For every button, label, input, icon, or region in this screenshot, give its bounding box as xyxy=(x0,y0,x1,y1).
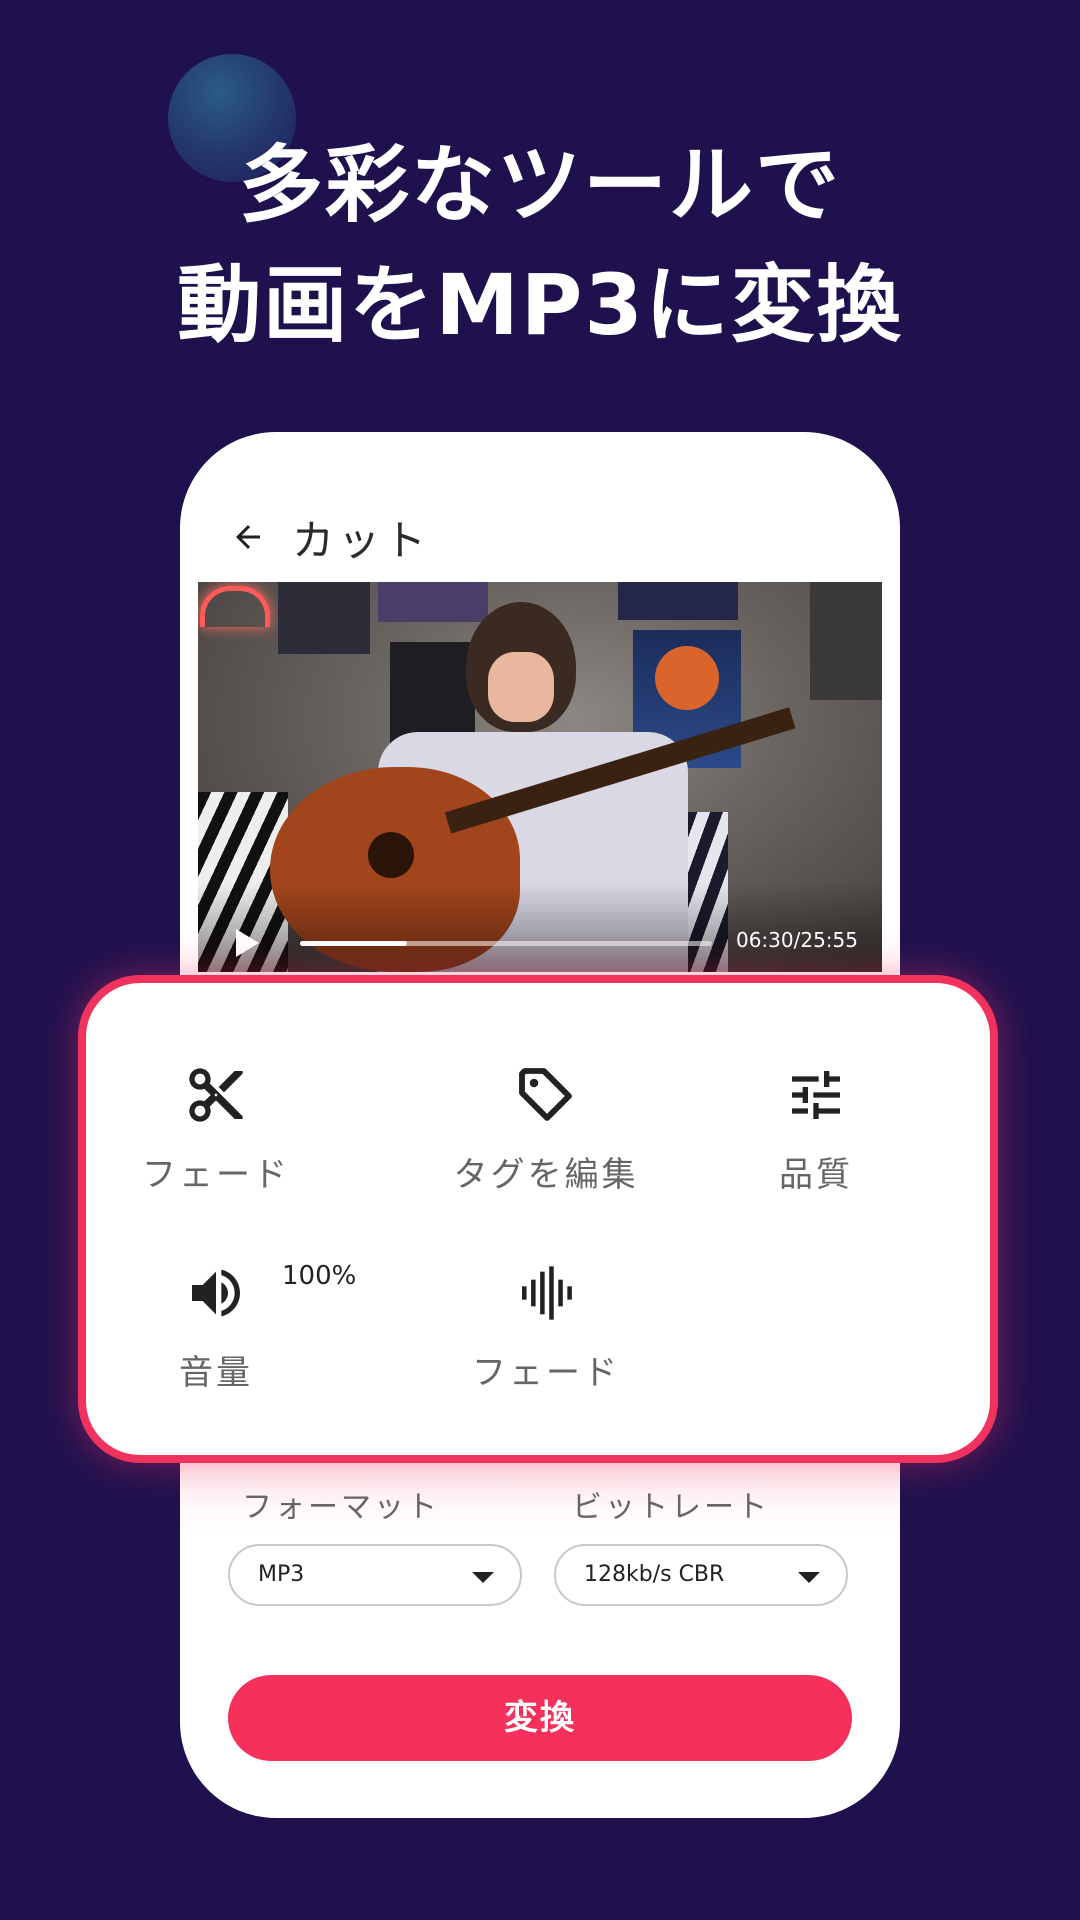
headline-line-2: 動画をMP3に変換 xyxy=(177,256,903,354)
person-face xyxy=(488,652,554,722)
play-icon[interactable] xyxy=(234,928,260,958)
volume-icon xyxy=(192,1269,240,1317)
poster xyxy=(618,582,738,620)
headline-line-1: 多彩なツールで xyxy=(238,136,841,234)
tool-label: フェード xyxy=(142,1155,290,1195)
guitar-soundhole xyxy=(368,832,414,878)
page-title: カット xyxy=(292,515,431,565)
volume-badge: 100% xyxy=(282,1261,357,1291)
chevron-down-icon xyxy=(798,1572,820,1583)
poster xyxy=(378,582,488,622)
poster xyxy=(278,582,370,654)
tool-label: 品質 xyxy=(779,1155,853,1195)
promo-headline: 多彩なツールで 動画をMP3に変換 xyxy=(0,125,1080,365)
app-bar: カット xyxy=(230,502,430,572)
scissors-icon xyxy=(189,1068,243,1122)
tool-volume[interactable]: 100% 音量 xyxy=(86,1261,356,1394)
tool-quality[interactable]: 品質 xyxy=(686,1063,946,1196)
arrow-left-icon[interactable] xyxy=(230,519,266,555)
convert-button[interactable]: 変換 xyxy=(228,1675,852,1761)
progress-fill xyxy=(300,941,408,946)
poster xyxy=(810,582,882,700)
waveform-icon xyxy=(522,1266,572,1320)
bitrate-label: ビットレート xyxy=(572,1490,770,1525)
sliders-icon xyxy=(792,1071,840,1119)
tool-label: 音量 xyxy=(179,1353,253,1393)
tag-icon xyxy=(519,1068,572,1121)
video-preview[interactable]: 06:30/25:55 xyxy=(198,582,882,972)
video-shade xyxy=(198,882,882,972)
format-value: MP3 xyxy=(258,1562,305,1587)
format-label: フォーマット xyxy=(242,1490,440,1525)
tool-label: フェード xyxy=(472,1353,620,1393)
progress-bar[interactable] xyxy=(300,941,712,946)
tool-fade-wave[interactable]: フェード xyxy=(416,1261,676,1394)
format-select[interactable]: MP3 xyxy=(228,1544,522,1606)
tool-label: タグを編集 xyxy=(453,1155,639,1195)
chevron-down-icon xyxy=(472,1572,494,1583)
time-readout: 06:30/25:55 xyxy=(735,928,858,952)
bitrate-select[interactable]: 128kb/s CBR xyxy=(554,1544,848,1606)
bitrate-value: 128kb/s CBR xyxy=(584,1562,725,1587)
tool-edit-tags[interactable]: タグを編集 xyxy=(416,1063,676,1196)
tool-fade[interactable]: フェード xyxy=(86,1063,346,1196)
tool-panel: フェード タグを編集 品質 100% 音量 フェード xyxy=(78,975,998,1463)
